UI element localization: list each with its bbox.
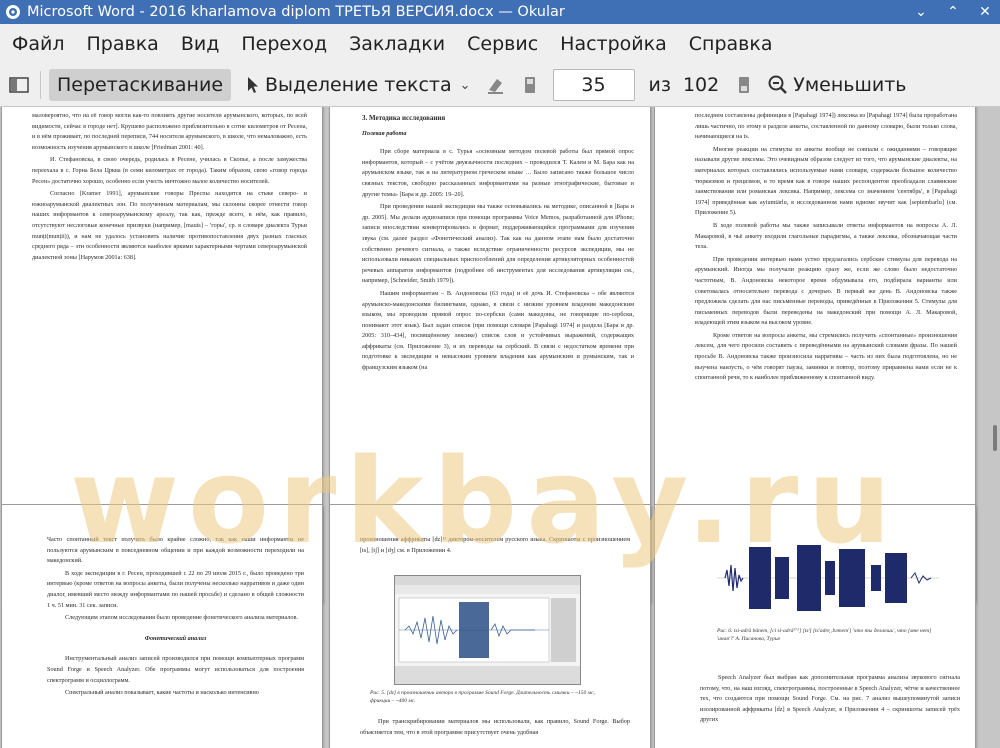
title-bar: Microsoft Word - 2016 kharlamova diplom … [0, 0, 1000, 24]
page-37[interactable]: Часто спонтанный текст получать было кра… [2, 505, 322, 748]
sidebar-toggle-icon[interactable] [8, 74, 30, 96]
figure-caption: Рис. 6. tsi-adrā bānem, [ci si-adrā⁵⁷⁵] … [717, 628, 932, 642]
menu-edit[interactable]: Правка [87, 33, 159, 55]
minimize-icon[interactable]: ⌄ [912, 3, 930, 21]
text-selection-button[interactable]: Выделение текста ⌄ [245, 74, 471, 96]
paragraph: При сборе материала в с. Турья «основным… [362, 148, 634, 198]
browse-mode-button[interactable]: Перетаскивание [49, 69, 232, 101]
text-selection-label: Выделение текста [265, 74, 452, 96]
paragraph: Speech Analyzer был выбран как дополните… [700, 674, 960, 724]
subsection-heading: Фонетический анализ [144, 634, 207, 642]
menu-tools[interactable]: Сервис [467, 33, 538, 55]
subsection-heading: Полевая работа [362, 129, 407, 137]
paragraph: Кроме ответов на вопросы анкеты, мы стре… [695, 331, 957, 382]
paragraph: Часто спонтанный текст получать было кра… [47, 536, 304, 565]
paragraph: При проведении нашей экспедиции мы также… [362, 203, 634, 285]
spectrogram-image [717, 535, 939, 621]
paragraph: При транскрибировании материалов мы испо… [360, 718, 630, 736]
paragraph: Согласно [Kramer 1991], арумынские говор… [32, 190, 307, 261]
paragraph: маловероятно, что на её говор могли как-… [32, 112, 307, 151]
close-icon[interactable]: ✕ [976, 3, 994, 21]
chevron-down-icon[interactable]: ⌄ [460, 78, 471, 93]
window-title: Microsoft Word - 2016 kharlamova diplom … [27, 4, 565, 20]
main-toolbar: Перетаскивание Выделение текста ⌄ 35 из … [0, 64, 1000, 107]
paragraph: Спектральный анализ показывает, какие ча… [65, 689, 259, 697]
toolbar-separator [40, 71, 41, 99]
paragraph: Следующим этапом исследования было прове… [65, 614, 298, 622]
scrollbar-thumb[interactable] [993, 425, 997, 451]
paragraph: В ходе полевой работы мы также записывал… [695, 221, 957, 251]
maximize-icon[interactable]: ⌃ [944, 3, 962, 21]
paragraph: Нашим информантам – В. Андоновска (63 го… [362, 289, 634, 372]
menu-bookmarks[interactable]: Закладки [349, 33, 445, 55]
page-38[interactable]: произношения аффрикаты [dz]¹² диктором-н… [330, 505, 650, 748]
paragraph: В ходе экспедиции в г. Ресен, проходивше… [47, 569, 304, 609]
paragraph: И. Стефановска, в свою очередь, родилась… [32, 156, 307, 185]
menu-view[interactable]: Вид [181, 33, 220, 55]
page-of-label: из [648, 74, 671, 96]
menu-file[interactable]: Файл [12, 33, 65, 55]
browse-mode-label: Перетаскивание [57, 74, 224, 96]
paragraph: Инструментальный анализ записей производ… [47, 655, 304, 684]
next-page-icon[interactable] [733, 74, 755, 96]
page-number-input[interactable]: 35 [552, 69, 635, 101]
previous-page-icon[interactable] [519, 74, 541, 96]
cursor-arrow-icon [248, 77, 259, 93]
vertical-scrollbar[interactable] [988, 107, 1000, 748]
paragraph: произношения аффрикаты [dz]¹² диктором-н… [360, 536, 630, 554]
waveform-image [395, 576, 580, 684]
page-39[interactable]: Рис. 6. tsi-adrā bānem, [ci si-adrā⁵⁷⁵] … [655, 505, 975, 748]
waveform-plot [717, 545, 939, 611]
menu-help[interactable]: Справка [689, 33, 773, 55]
sound-forge-screenshot [394, 575, 581, 685]
eraser-icon[interactable] [485, 74, 507, 96]
paragraph: последнем составлены дефиниции в [Papaha… [695, 112, 957, 141]
zoom-out-button[interactable]: Уменьшить [767, 74, 906, 96]
zoom-out-label: Уменьшить [793, 74, 907, 96]
section-heading: 3. Методика исследования [362, 114, 446, 122]
zoom-out-icon [768, 75, 788, 94]
paragraph: При проведении интервью нами устно предл… [695, 255, 957, 327]
document-viewport[interactable]: маловероятно, что на её говор могли как-… [0, 107, 1000, 748]
total-pages-label: 102 [682, 74, 720, 96]
menu-go[interactable]: Переход [241, 33, 327, 55]
paragraph: Многие реакции на стимулы из анкеты вооб… [695, 145, 957, 217]
menu-settings[interactable]: Настройка [560, 33, 667, 55]
okular-app-icon [6, 5, 20, 19]
figure-caption: Рис. 5. [dz] в произношении автора в про… [370, 690, 595, 704]
menu-bar: Файл Правка Вид Переход Закладки Сервис … [0, 24, 1000, 64]
